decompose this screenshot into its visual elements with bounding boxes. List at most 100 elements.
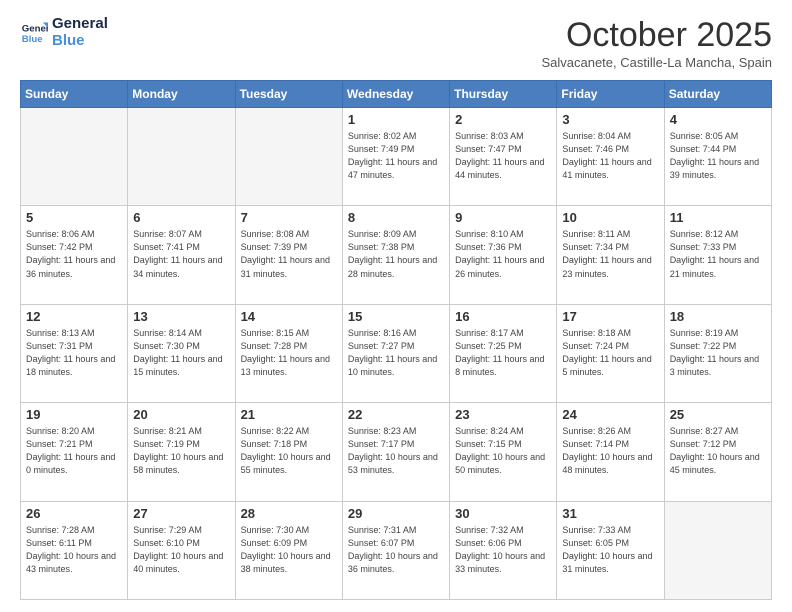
header-wednesday: Wednesday	[342, 81, 449, 108]
day-info: Sunrise: 8:06 AM Sunset: 7:42 PM Dayligh…	[26, 228, 122, 280]
day-info: Sunrise: 7:33 AM Sunset: 6:05 PM Dayligh…	[562, 524, 658, 576]
calendar-cell: 31 Sunrise: 7:33 AM Sunset: 6:05 PM Dayli…	[557, 501, 664, 599]
calendar-cell: 16 Sunrise: 8:17 AM Sunset: 7:25 PM Dayli…	[450, 304, 557, 402]
day-number: 9	[455, 210, 551, 225]
day-number: 14	[241, 309, 337, 324]
day-number: 19	[26, 407, 122, 422]
svg-text:General: General	[22, 23, 48, 34]
title-block: October 2025 Salvacanete, Castille-La Ma…	[541, 16, 772, 70]
calendar-cell: 9 Sunrise: 8:10 AM Sunset: 7:36 PM Daylig…	[450, 206, 557, 304]
header-thursday: Thursday	[450, 81, 557, 108]
calendar-cell: 19Sunrise: 8:20 AM Sunset: 7:21 PM Dayli…	[21, 403, 128, 501]
day-number: 8	[348, 210, 444, 225]
calendar-cell: 21 Sunrise: 8:22 AM Sunset: 7:18 PM Dayli…	[235, 403, 342, 501]
calendar-cell: 6 Sunrise: 8:07 AM Sunset: 7:41 PM Daylig…	[128, 206, 235, 304]
day-number: 27	[133, 506, 229, 521]
day-number: 25	[670, 407, 766, 422]
calendar-cell: 17Sunrise: 8:18 AM Sunset: 7:24 PM Dayli…	[557, 304, 664, 402]
day-info: Sunrise: 8:17 AM Sunset: 7:25 PM Dayligh…	[455, 327, 551, 379]
calendar-cell: 1Sunrise: 8:02 AM Sunset: 7:49 PM Daylig…	[342, 108, 449, 206]
calendar-cell: 18 Sunrise: 8:19 AM Sunset: 7:22 PM Dayli…	[664, 304, 771, 402]
calendar-cell: 2 Sunrise: 8:03 AM Sunset: 7:47 PM Daylig…	[450, 108, 557, 206]
calendar-cell: 28Sunrise: 7:30 AM Sunset: 6:09 PM Dayli…	[235, 501, 342, 599]
day-number: 7	[241, 210, 337, 225]
calendar-cell: 3 Sunrise: 8:04 AM Sunset: 7:46 PM Daylig…	[557, 108, 664, 206]
day-info: Sunrise: 8:09 AM Sunset: 7:38 PM Dayligh…	[348, 228, 444, 280]
header-sunday: Sunday	[21, 81, 128, 108]
calendar-cell: 30Sunrise: 7:32 AM Sunset: 6:06 PM Dayli…	[450, 501, 557, 599]
day-number: 31	[562, 506, 658, 521]
calendar-cell: 29 Sunrise: 7:31 AM Sunset: 6:07 PM Dayli…	[342, 501, 449, 599]
day-info: Sunrise: 8:12 AM Sunset: 7:33 PM Dayligh…	[670, 228, 766, 280]
day-number: 28	[241, 506, 337, 521]
day-info: Sunrise: 8:26 AM Sunset: 7:14 PM Dayligh…	[562, 425, 658, 477]
day-info: Sunrise: 8:03 AM Sunset: 7:47 PM Dayligh…	[455, 130, 551, 182]
day-info: Sunrise: 7:31 AM Sunset: 6:07 PM Dayligh…	[348, 524, 444, 576]
calendar-header-row: Sunday Monday Tuesday Wednesday Thursday…	[21, 81, 772, 108]
logo-blue: Blue	[52, 33, 108, 50]
logo-icon: General Blue	[20, 19, 48, 47]
page: General Blue General Blue October 2025 S…	[0, 0, 792, 612]
header-friday: Friday	[557, 81, 664, 108]
day-number: 21	[241, 407, 337, 422]
day-number: 24	[562, 407, 658, 422]
day-info: Sunrise: 8:04 AM Sunset: 7:46 PM Dayligh…	[562, 130, 658, 182]
calendar-cell: 15Sunrise: 8:16 AM Sunset: 7:27 PM Dayli…	[342, 304, 449, 402]
month-title: October 2025	[541, 16, 772, 55]
day-info: Sunrise: 8:22 AM Sunset: 7:18 PM Dayligh…	[241, 425, 337, 477]
day-number: 2	[455, 112, 551, 127]
calendar-cell	[235, 108, 342, 206]
day-info: Sunrise: 8:11 AM Sunset: 7:34 PM Dayligh…	[562, 228, 658, 280]
calendar-cell	[128, 108, 235, 206]
day-number: 13	[133, 309, 229, 324]
calendar-week-0: 1Sunrise: 8:02 AM Sunset: 7:49 PM Daylig…	[21, 108, 772, 206]
day-number: 6	[133, 210, 229, 225]
header: General Blue General Blue October 2025 S…	[20, 16, 772, 70]
day-number: 17	[562, 309, 658, 324]
calendar-cell: 22 Sunrise: 8:23 AM Sunset: 7:17 PM Dayli…	[342, 403, 449, 501]
day-number: 29	[348, 506, 444, 521]
day-info: Sunrise: 8:08 AM Sunset: 7:39 PM Dayligh…	[241, 228, 337, 280]
calendar-cell: 8 Sunrise: 8:09 AM Sunset: 7:38 PM Daylig…	[342, 206, 449, 304]
day-info: Sunrise: 8:07 AM Sunset: 7:41 PM Dayligh…	[133, 228, 229, 280]
day-info: Sunrise: 8:15 AM Sunset: 7:28 PM Dayligh…	[241, 327, 337, 379]
calendar-cell: 23 Sunrise: 8:24 AM Sunset: 7:15 PM Dayli…	[450, 403, 557, 501]
day-info: Sunrise: 8:23 AM Sunset: 7:17 PM Dayligh…	[348, 425, 444, 477]
calendar-cell: 7 Sunrise: 8:08 AM Sunset: 7:39 PM Daylig…	[235, 206, 342, 304]
calendar-cell: 27Sunrise: 7:29 AM Sunset: 6:10 PM Dayli…	[128, 501, 235, 599]
calendar-cell: 12 Sunrise: 8:13 AM Sunset: 7:31 PM Dayli…	[21, 304, 128, 402]
calendar-week-1: 5 Sunrise: 8:06 AM Sunset: 7:42 PM Daylig…	[21, 206, 772, 304]
day-info: Sunrise: 8:19 AM Sunset: 7:22 PM Dayligh…	[670, 327, 766, 379]
day-number: 5	[26, 210, 122, 225]
logo: General Blue General Blue	[20, 16, 108, 49]
day-info: Sunrise: 8:27 AM Sunset: 7:12 PM Dayligh…	[670, 425, 766, 477]
day-info: Sunrise: 8:21 AM Sunset: 7:19 PM Dayligh…	[133, 425, 229, 477]
day-number: 4	[670, 112, 766, 127]
logo-general: General	[52, 16, 108, 33]
day-number: 22	[348, 407, 444, 422]
calendar-week-3: 19Sunrise: 8:20 AM Sunset: 7:21 PM Dayli…	[21, 403, 772, 501]
day-info: Sunrise: 7:28 AM Sunset: 6:11 PM Dayligh…	[26, 524, 122, 576]
day-number: 16	[455, 309, 551, 324]
day-number: 18	[670, 309, 766, 324]
day-info: Sunrise: 8:24 AM Sunset: 7:15 PM Dayligh…	[455, 425, 551, 477]
calendar-cell: 4Sunrise: 8:05 AM Sunset: 7:44 PM Daylig…	[664, 108, 771, 206]
calendar-cell	[664, 501, 771, 599]
day-number: 12	[26, 309, 122, 324]
day-info: Sunrise: 8:02 AM Sunset: 7:49 PM Dayligh…	[348, 130, 444, 182]
calendar-cell: 13 Sunrise: 8:14 AM Sunset: 7:30 PM Dayli…	[128, 304, 235, 402]
header-monday: Monday	[128, 81, 235, 108]
day-number: 30	[455, 506, 551, 521]
day-number: 15	[348, 309, 444, 324]
location-title: Salvacanete, Castille-La Mancha, Spain	[541, 55, 772, 70]
day-number: 23	[455, 407, 551, 422]
day-info: Sunrise: 8:13 AM Sunset: 7:31 PM Dayligh…	[26, 327, 122, 379]
calendar-cell: 25 Sunrise: 8:27 AM Sunset: 7:12 PM Dayli…	[664, 403, 771, 501]
day-number: 3	[562, 112, 658, 127]
day-info: Sunrise: 8:10 AM Sunset: 7:36 PM Dayligh…	[455, 228, 551, 280]
header-saturday: Saturday	[664, 81, 771, 108]
calendar-cell: 14 Sunrise: 8:15 AM Sunset: 7:28 PM Dayli…	[235, 304, 342, 402]
day-number: 20	[133, 407, 229, 422]
day-info: Sunrise: 8:14 AM Sunset: 7:30 PM Dayligh…	[133, 327, 229, 379]
calendar-cell: 11Sunrise: 8:12 AM Sunset: 7:33 PM Dayli…	[664, 206, 771, 304]
